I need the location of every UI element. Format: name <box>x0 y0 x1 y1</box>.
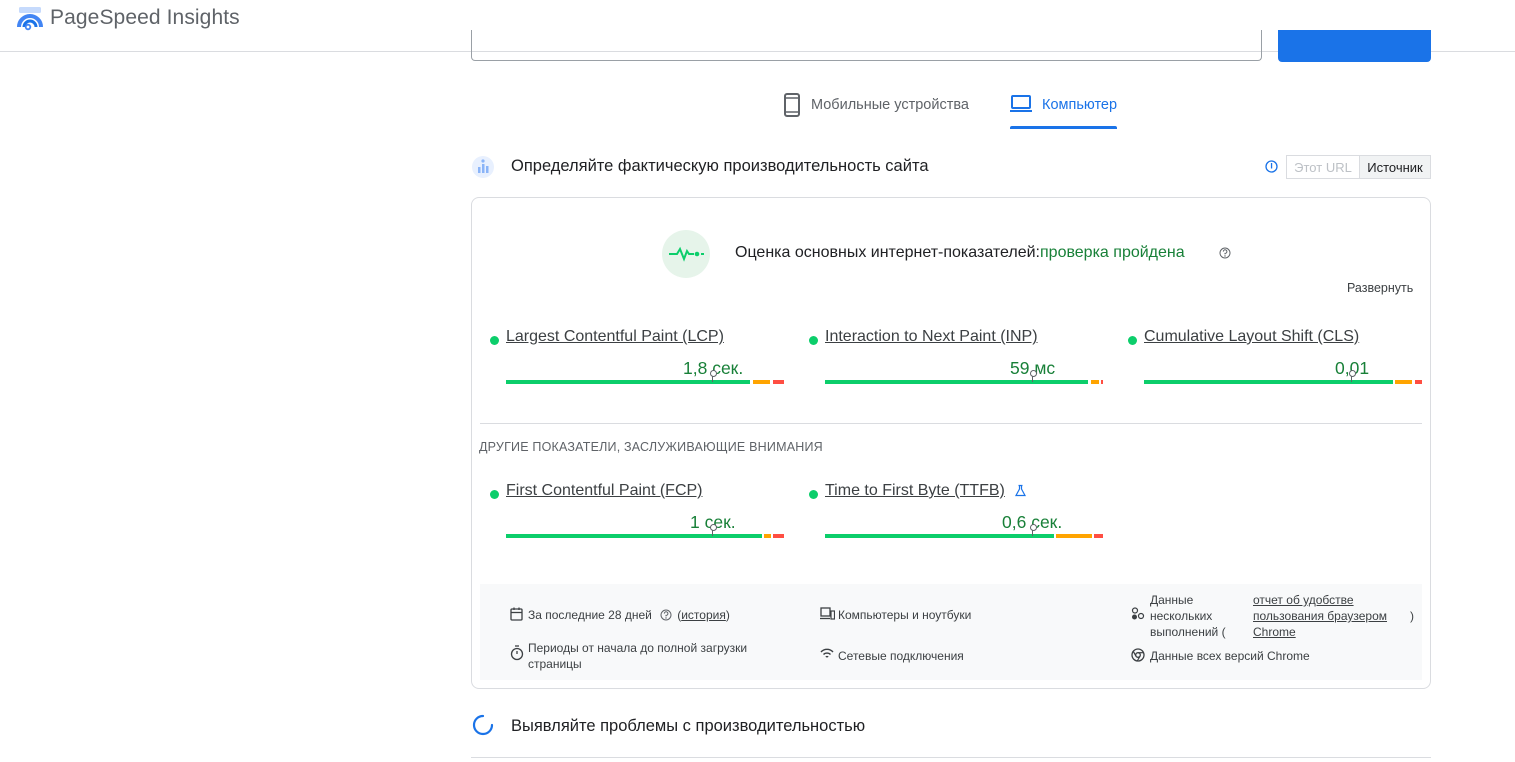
history-paren-close: ) <box>725 608 730 622</box>
crux-link-line-3: Chrome <box>1253 625 1296 639</box>
duration-line-2: страницы <box>528 657 582 671</box>
chrome-versions-text: Данные всех версий Chrome <box>1150 649 1310 663</box>
app-title[interactable]: PageSpeed Insights <box>50 6 240 30</box>
help-icon[interactable] <box>660 609 672 621</box>
metric-inp: Interaction to Next Paint (INP) 59 мс <box>809 328 1109 408</box>
p75-marker <box>1349 370 1356 382</box>
metric-fcp: First Contentful Paint (FCP) 1 сек. <box>490 482 790 562</box>
lab-section-title: Выявляйте проблемы с производительностью <box>511 717 866 735</box>
metric-name[interactable]: Time to First Byte (TTFB) <box>825 482 1005 500</box>
devices-text: Компьютеры и ноутбуки <box>838 608 972 622</box>
p75-marker <box>1030 524 1037 536</box>
distribution-bar <box>1144 380 1422 384</box>
crux-report-link[interactable]: отчет об удобстве пользования браузером … <box>1253 592 1387 640</box>
flask-icon[interactable] <box>1014 484 1027 497</box>
samples-paren-close: ) <box>1410 609 1414 623</box>
field-section-title: Определяйте фактическую производительнос… <box>511 157 929 175</box>
url-origin-toggle: Этот URL Источник <box>1286 155 1431 179</box>
loading-spinner-icon <box>472 714 494 736</box>
pagespeed-logo-icon[interactable] <box>16 5 44 33</box>
status-dot <box>809 490 818 499</box>
status-dot <box>490 336 499 345</box>
metric-name[interactable]: Cumulative Layout Shift (CLS) <box>1144 328 1359 346</box>
info-samples: Данные нескольких выполнений ( отчет об … <box>1131 592 1421 642</box>
divider <box>471 757 1431 758</box>
samples-icon <box>1131 607 1145 620</box>
samples-line-3: выполнений ( <box>1150 625 1226 639</box>
laptop-icon <box>1010 95 1032 112</box>
toggle-origin[interactable]: Источник <box>1360 155 1431 179</box>
url-input[interactable] <box>471 30 1262 61</box>
vitals-pulse-icon <box>669 246 704 262</box>
stopwatch-icon <box>510 645 524 661</box>
metric-lcp: Largest Contentful Paint (LCP) 1,8 сек. <box>490 328 790 408</box>
smartphone-icon <box>784 93 800 117</box>
p75-marker <box>1030 370 1037 382</box>
cwv-assessment-label: Оценка основных интернет-показателей: <box>735 244 1040 261</box>
tab-desktop[interactable]: Компьютер <box>1010 92 1117 130</box>
help-icon[interactable] <box>1219 247 1231 259</box>
calendar-icon <box>510 607 523 621</box>
distribution-bar <box>825 380 1103 384</box>
chrome-icon <box>1131 648 1145 662</box>
cwv-assessment: Оценка основных интернет-показателей:про… <box>735 244 1185 262</box>
distribution-bar <box>825 534 1103 538</box>
network-text: Сетевые подключения <box>838 649 964 663</box>
field-data-icon <box>472 156 494 178</box>
duration-line-1: Периоды от начала до полной загрузки <box>528 641 748 655</box>
metric-name[interactable]: Interaction to Next Paint (INP) <box>825 328 1038 346</box>
status-dot <box>490 490 499 499</box>
distribution-bar <box>506 380 784 384</box>
other-metrics-label: ДРУГИЕ ПОКАЗАТЕЛИ, ЗАСЛУЖИВАЮЩИЕ ВНИМАНИ… <box>479 440 823 454</box>
metric-name[interactable]: Largest Contentful Paint (LCP) <box>506 328 724 346</box>
tab-mobile-label: Мобильные устройства <box>811 97 969 113</box>
samples-line-2: нескольких <box>1150 609 1213 623</box>
wifi-icon <box>820 648 834 658</box>
metric-cls: Cumulative Layout Shift (CLS) 0,01 <box>1128 328 1428 408</box>
status-dot <box>1128 336 1137 345</box>
crux-link-line-2: пользования браузером <box>1253 609 1388 623</box>
metric-name[interactable]: First Contentful Paint (FCP) <box>506 482 703 500</box>
samples-line-1: Данные <box>1150 593 1194 607</box>
toggle-this-url[interactable]: Этот URL <box>1286 155 1360 179</box>
divider <box>480 423 1422 424</box>
p75-marker <box>710 370 717 382</box>
metric-ttfb: Time to First Byte (TTFB) 0,6 сек. <box>809 482 1109 562</box>
history-link[interactable]: история <box>681 608 726 622</box>
cwv-assessment-status: проверка пройдена <box>1040 244 1185 261</box>
p75-marker <box>710 524 717 536</box>
crux-link-line-1: отчет об удобстве <box>1253 593 1354 607</box>
tab-mobile[interactable]: Мобильные устройства <box>783 92 969 130</box>
devices-icon <box>820 607 835 620</box>
info-icon[interactable] <box>1265 160 1278 173</box>
period-text: За последние 28 дней <box>528 608 652 622</box>
tab-desktop-label: Компьютер <box>1042 97 1118 113</box>
active-tab-indicator <box>1010 126 1117 129</box>
cwv-badge <box>662 230 710 278</box>
expand-button[interactable]: Развернуть <box>1347 281 1413 295</box>
status-dot <box>809 336 818 345</box>
analyze-button[interactable] <box>1278 30 1431 62</box>
distribution-bar <box>506 534 784 538</box>
